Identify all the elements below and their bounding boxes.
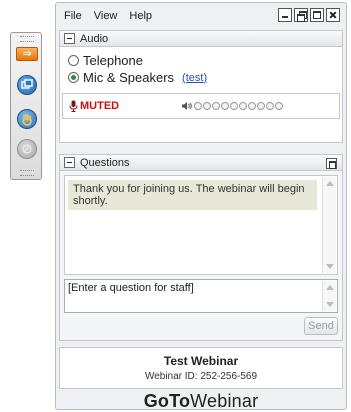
menu-bar: File View Help bbox=[56, 3, 346, 29]
questions-panel: Thank you for joining us. The webinar wi… bbox=[59, 171, 343, 341]
popout-icon[interactable] bbox=[326, 158, 337, 169]
menu-help[interactable]: Help bbox=[129, 10, 152, 22]
speaker-icon bbox=[182, 102, 192, 110]
mic-speakers-label: Mic & Speakers bbox=[83, 70, 175, 85]
audio-section-title: Audio bbox=[80, 32, 109, 45]
questions-section-header[interactable]: Questions bbox=[59, 154, 343, 171]
speaker-level-dot bbox=[203, 102, 212, 110]
question-input-box bbox=[64, 279, 338, 313]
scroll-down-icon[interactable] bbox=[326, 264, 334, 269]
staff-message: Thank you for joining us. The webinar wi… bbox=[68, 180, 317, 210]
maximize-button[interactable] bbox=[310, 8, 324, 22]
speaker-level-dot bbox=[239, 102, 248, 110]
input-scroll-up-icon[interactable] bbox=[326, 285, 334, 290]
close-button[interactable] bbox=[326, 8, 340, 22]
speaker-level-dot bbox=[257, 102, 266, 110]
brand-logo: GoToWebinar bbox=[56, 391, 346, 412]
restore-button[interactable] bbox=[294, 8, 308, 22]
muted-status[interactable]: MUTED bbox=[80, 100, 119, 112]
send-button[interactable]: Send bbox=[304, 317, 338, 335]
control-panel: File View Help Audio Telephone Mic & Spe… bbox=[55, 2, 347, 412]
question-input[interactable] bbox=[65, 280, 325, 312]
webinar-info: Test Webinar Webinar ID: 252-256-569 bbox=[59, 347, 343, 389]
speaker-level-dot bbox=[194, 102, 203, 110]
question-input-scrollbar[interactable] bbox=[322, 281, 336, 311]
grip-handle-top[interactable] bbox=[20, 36, 34, 42]
questions-section-title: Questions bbox=[80, 156, 130, 169]
audio-status-box: MUTED bbox=[62, 93, 340, 119]
speaker-level-dot bbox=[230, 102, 239, 110]
grab-tab-toolbar[interactable]: ⇒ bbox=[10, 32, 42, 180]
mic-speakers-option[interactable]: Mic & Speakers (test) bbox=[68, 70, 207, 85]
webinar-title: Test Webinar bbox=[163, 354, 239, 368]
speaker-level-dot bbox=[248, 102, 257, 110]
scroll-up-icon[interactable] bbox=[326, 181, 334, 186]
brand-logo-regular: Webinar bbox=[190, 391, 259, 411]
menu-view[interactable]: View bbox=[94, 10, 118, 22]
telephone-option[interactable]: Telephone bbox=[68, 53, 143, 68]
questions-collapse-button[interactable] bbox=[64, 157, 75, 168]
speaker-level-dot bbox=[275, 102, 284, 110]
audio-collapse-button[interactable] bbox=[64, 33, 75, 44]
audio-panel: Telephone Mic & Speakers (test) MUTED bbox=[59, 47, 343, 143]
audio-section-header[interactable]: Audio bbox=[59, 30, 343, 47]
microphone-icon[interactable] bbox=[69, 100, 78, 112]
speaker-level-dot bbox=[266, 102, 275, 110]
menu-file[interactable]: File bbox=[64, 10, 82, 22]
webinar-id: Webinar ID: 252-256-569 bbox=[144, 371, 258, 382]
raise-hand-icon[interactable] bbox=[17, 109, 37, 129]
speaker-level-meter bbox=[194, 102, 284, 110]
mic-speakers-radio[interactable] bbox=[68, 72, 79, 83]
grip-handle-bottom[interactable] bbox=[20, 170, 34, 176]
speaker-level-dot bbox=[221, 102, 230, 110]
arrow-icon[interactable]: ⇒ bbox=[16, 47, 38, 61]
window-controls bbox=[278, 8, 340, 22]
minimize-button[interactable] bbox=[278, 8, 292, 22]
questions-log-scrollbar[interactable] bbox=[322, 177, 336, 273]
telephone-label: Telephone bbox=[83, 53, 143, 68]
disabled-icon bbox=[17, 139, 37, 159]
speaker-level-dot bbox=[212, 102, 221, 110]
telephone-radio[interactable] bbox=[68, 55, 79, 66]
screen-share-icon[interactable] bbox=[17, 75, 37, 95]
brand-logo-bold: GoTo bbox=[143, 391, 191, 411]
test-audio-link[interactable]: (test) bbox=[182, 72, 207, 84]
input-scroll-down-icon[interactable] bbox=[326, 302, 334, 307]
questions-log: Thank you for joining us. The webinar wi… bbox=[64, 175, 338, 275]
